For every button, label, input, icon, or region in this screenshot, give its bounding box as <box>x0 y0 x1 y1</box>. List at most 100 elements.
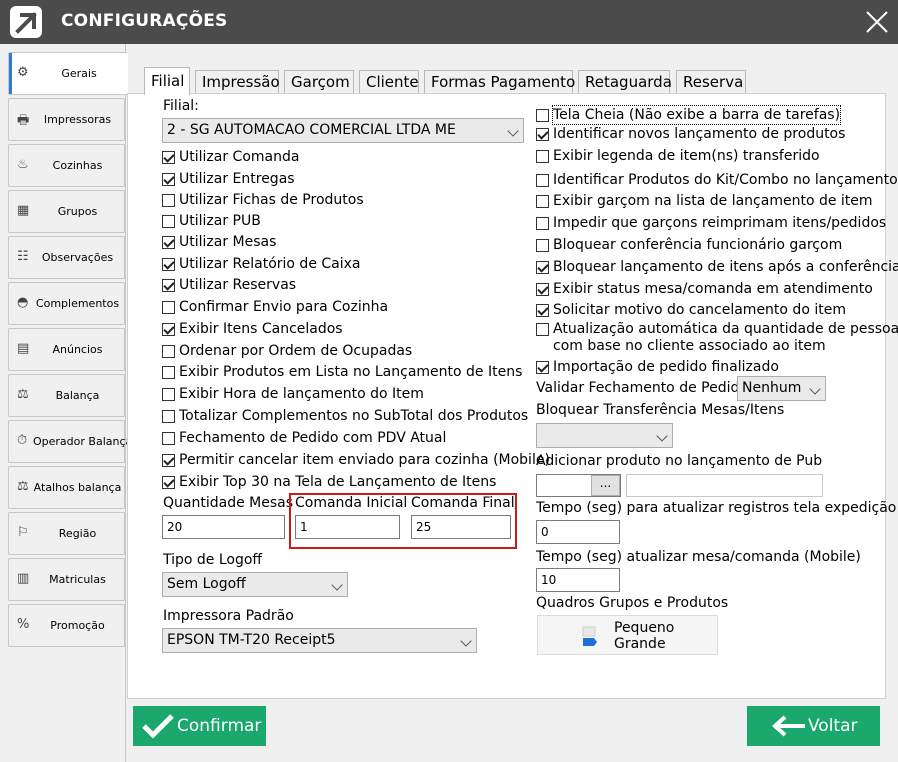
quadros-size-toggle[interactable]: Pequeno Grande <box>537 615 718 655</box>
checkbox-label: Utilizar Entregas <box>179 171 295 187</box>
tab-formas-pagamento[interactable]: Formas Pagamento <box>424 70 575 94</box>
tempo-exp-label: Tempo (seg) para atualizar registros tel… <box>536 500 897 516</box>
checkbox-label: Permitir cancelar item enviado para cozi… <box>179 452 550 468</box>
sidebar-item-promoção[interactable]: % Promoção <box>8 604 125 647</box>
sidebar-item-label: Região <box>58 527 97 540</box>
filial-select[interactable]: 2 - SG AUTOMACAO COMERCIAL LTDA ME <box>162 118 524 143</box>
tab-cliente[interactable]: Cliente <box>359 70 419 94</box>
checkbox-checked-icon <box>162 279 175 292</box>
chevron-down-icon <box>507 125 519 137</box>
back-button[interactable]: Voltar <box>747 706 880 746</box>
checkbox-unchecked-icon <box>162 345 175 358</box>
chevron-down-icon <box>809 383 821 395</box>
adicionar-label: Adicionar produto no lançamento de Pub <box>536 453 823 469</box>
size-toggle-icon <box>582 626 597 646</box>
checkbox-checked-icon <box>162 476 175 489</box>
checkbox-label: Bloquear conferência funcionário garçom <box>553 237 843 253</box>
chevron-down-icon <box>656 430 668 442</box>
sidebar-item-label: Grupos <box>57 205 98 218</box>
tempo-mesa-input[interactable]: 10 <box>536 568 620 592</box>
checkbox-unchecked-icon <box>536 239 549 252</box>
checkbox-label: Solicitar motivo do cancelamento do item <box>553 302 846 318</box>
checkbox-unchecked-icon <box>162 410 175 423</box>
checkbox-label: Utilizar Comanda <box>179 149 300 165</box>
checkbox-label: Identificar novos lançamento de produtos <box>553 126 846 142</box>
tempo-exp-input[interactable]: 0 <box>536 520 620 544</box>
sidebar-item-gerais[interactable]: ⚙ Gerais <box>8 52 128 95</box>
checkbox-label: Importação de pedido finalizado <box>553 359 779 375</box>
impressora-select-value: EPSON TM-T20 Receipt5 <box>167 632 336 648</box>
filial-label: Filial: <box>163 98 199 114</box>
highlight-box <box>289 493 517 549</box>
browse-button[interactable]: ... <box>591 475 620 496</box>
checkbox-label: Utilizar Relatório de Caixa <box>179 256 361 272</box>
checkbox-checked-icon <box>536 283 549 296</box>
checkbox-label: Exibir garçom na lista de lançamento de … <box>553 193 873 209</box>
arrow-left-icon <box>772 715 805 737</box>
sidebar-item-matriculas[interactable]: ▥ Matriculas <box>8 558 125 601</box>
sidebar-item-impressoras[interactable]: 🖶 Impressoras <box>8 98 125 141</box>
tempo-mesa-label: Tempo (seg) atualizar mesa/comanda (Mobi… <box>536 549 861 565</box>
checkbox-label: Exibir Hora de lançamento do Item <box>179 386 424 402</box>
sidebar-item-label: Operador Balança <box>33 435 133 448</box>
checkbox-label: Bloquear lançamento de itens após a conf… <box>553 259 898 275</box>
checkbox-unchecked-icon <box>162 388 175 401</box>
validar-label: Validar Fechamento de Pedido <box>536 380 748 396</box>
checkbox-checked-icon <box>162 173 175 186</box>
bloquear-label: Bloquear Transferência Mesas/Itens <box>536 402 785 418</box>
sidebar-item-observações[interactable]: ☷ Observações <box>8 236 125 279</box>
sidebar-item-região[interactable]: ⚐ Região <box>8 512 125 555</box>
tab-reserva[interactable]: Reserva <box>676 70 746 94</box>
tab-filial[interactable]: Filial <box>144 67 190 95</box>
checkbox-unchecked-icon <box>536 195 549 208</box>
checkbox-unchecked-icon <box>162 194 175 207</box>
logoff-select-value: Sem Logoff <box>167 576 246 592</box>
window-title: CONFIGURAÇÕES <box>61 11 228 31</box>
logoff-label: Tipo de Logoff <box>163 552 263 568</box>
sidebar-item-balança[interactable]: ⚖ Balança <box>8 374 125 417</box>
checkbox-checked-icon <box>162 323 175 336</box>
sidebar-item-label: Observações <box>41 251 114 264</box>
back-label: Voltar <box>808 716 858 736</box>
qtd-mesas-input[interactable]: 20 <box>162 515 285 539</box>
sidebar-item-cozinhas[interactable]: ♨ Cozinhas <box>8 144 125 187</box>
sidebar-item-label: Matriculas <box>49 573 106 586</box>
pub-product-name-field <box>626 474 823 497</box>
logoff-select[interactable]: Sem Logoff <box>162 572 348 597</box>
sidebar-item-anúncios[interactable]: ▤ Anúncios <box>8 328 125 371</box>
checkbox-label: Exibir Top 30 na Tela de Lançamento de I… <box>179 474 497 490</box>
impressora-select[interactable]: EPSON TM-T20 Receipt5 <box>162 628 477 653</box>
sidebar-item-grupos[interactable]: ▦ Grupos <box>8 190 125 233</box>
sidebar-item-label: Atalhos balança <box>33 481 122 494</box>
sidebar-item-label: Balança <box>55 389 100 402</box>
confirm-label: Confirmar <box>177 716 262 736</box>
checkbox-checked-icon <box>162 151 175 164</box>
checkbox-label: Totalizar Complementos no SubTotal dos P… <box>179 408 529 424</box>
validar-select[interactable]: Nenhum <box>737 376 826 401</box>
sidebar-item-atalhos-balança[interactable]: ⚖ Atalhos balança <box>8 466 125 509</box>
sidebar-item-complementos[interactable]: ◓ Complementos <box>8 282 125 325</box>
app-logo-icon <box>10 6 42 38</box>
checkbox-checked-icon <box>162 258 175 271</box>
checkbox-unchecked-icon <box>162 301 175 314</box>
checkbox-checked-icon <box>162 454 175 467</box>
tab-garçom[interactable]: Garçom <box>284 70 354 94</box>
checkbox-label: Ordenar por Ordem de Ocupadas <box>179 343 413 359</box>
sidebar-item-label: Gerais <box>61 67 97 80</box>
impressora-label: Impressora Padrão <box>163 608 294 624</box>
sidebar-item-label: Complementos <box>35 297 120 310</box>
sidebar-item-label: Impressoras <box>43 113 112 126</box>
checkbox-label: Tela Cheia (Não exibe a barra de tarefas… <box>551 105 842 125</box>
confirm-button[interactable]: Confirmar <box>133 706 266 746</box>
checkbox-label: Utilizar Fichas de Produtos <box>179 192 364 208</box>
checkbox-unchecked-icon <box>162 432 175 445</box>
size-option-large: Grande <box>614 636 666 652</box>
tab-retaguarda[interactable]: Retaguarda <box>578 70 672 94</box>
checkbox-label: Impedir que garçons reimprimam itens/ped… <box>553 215 887 231</box>
tab-impressão[interactable]: Impressão <box>195 70 280 94</box>
checkbox-label: Exibir Itens Cancelados <box>179 321 343 337</box>
checkbox-label: Atualização automática da quantidade de … <box>553 321 898 337</box>
sidebar-item-operador-balança[interactable]: ⏱ Operador Balança <box>8 420 133 463</box>
bloquear-select[interactable] <box>536 423 673 448</box>
close-icon[interactable] <box>862 7 892 37</box>
